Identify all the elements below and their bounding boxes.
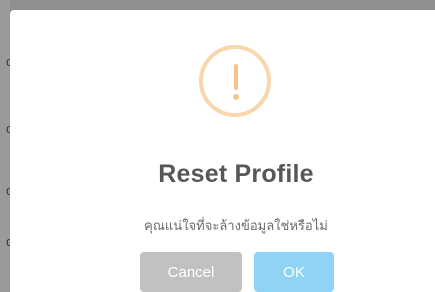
ok-button[interactable]: OK xyxy=(254,252,334,292)
warning-icon-dot xyxy=(233,94,239,100)
reset-profile-dialog: Reset Profile คุณแน่ใจที่จะล้างข้อมูลใช่… xyxy=(10,10,435,292)
dialog-title: Reset Profile xyxy=(158,160,314,188)
warning-icon xyxy=(199,45,271,117)
cancel-button[interactable]: Cancel xyxy=(140,252,242,292)
warning-icon-bar xyxy=(234,64,238,90)
dialog-message: คุณแน่ใจที่จะล้างข้อมูลใช่หรือไม่ xyxy=(144,219,328,234)
